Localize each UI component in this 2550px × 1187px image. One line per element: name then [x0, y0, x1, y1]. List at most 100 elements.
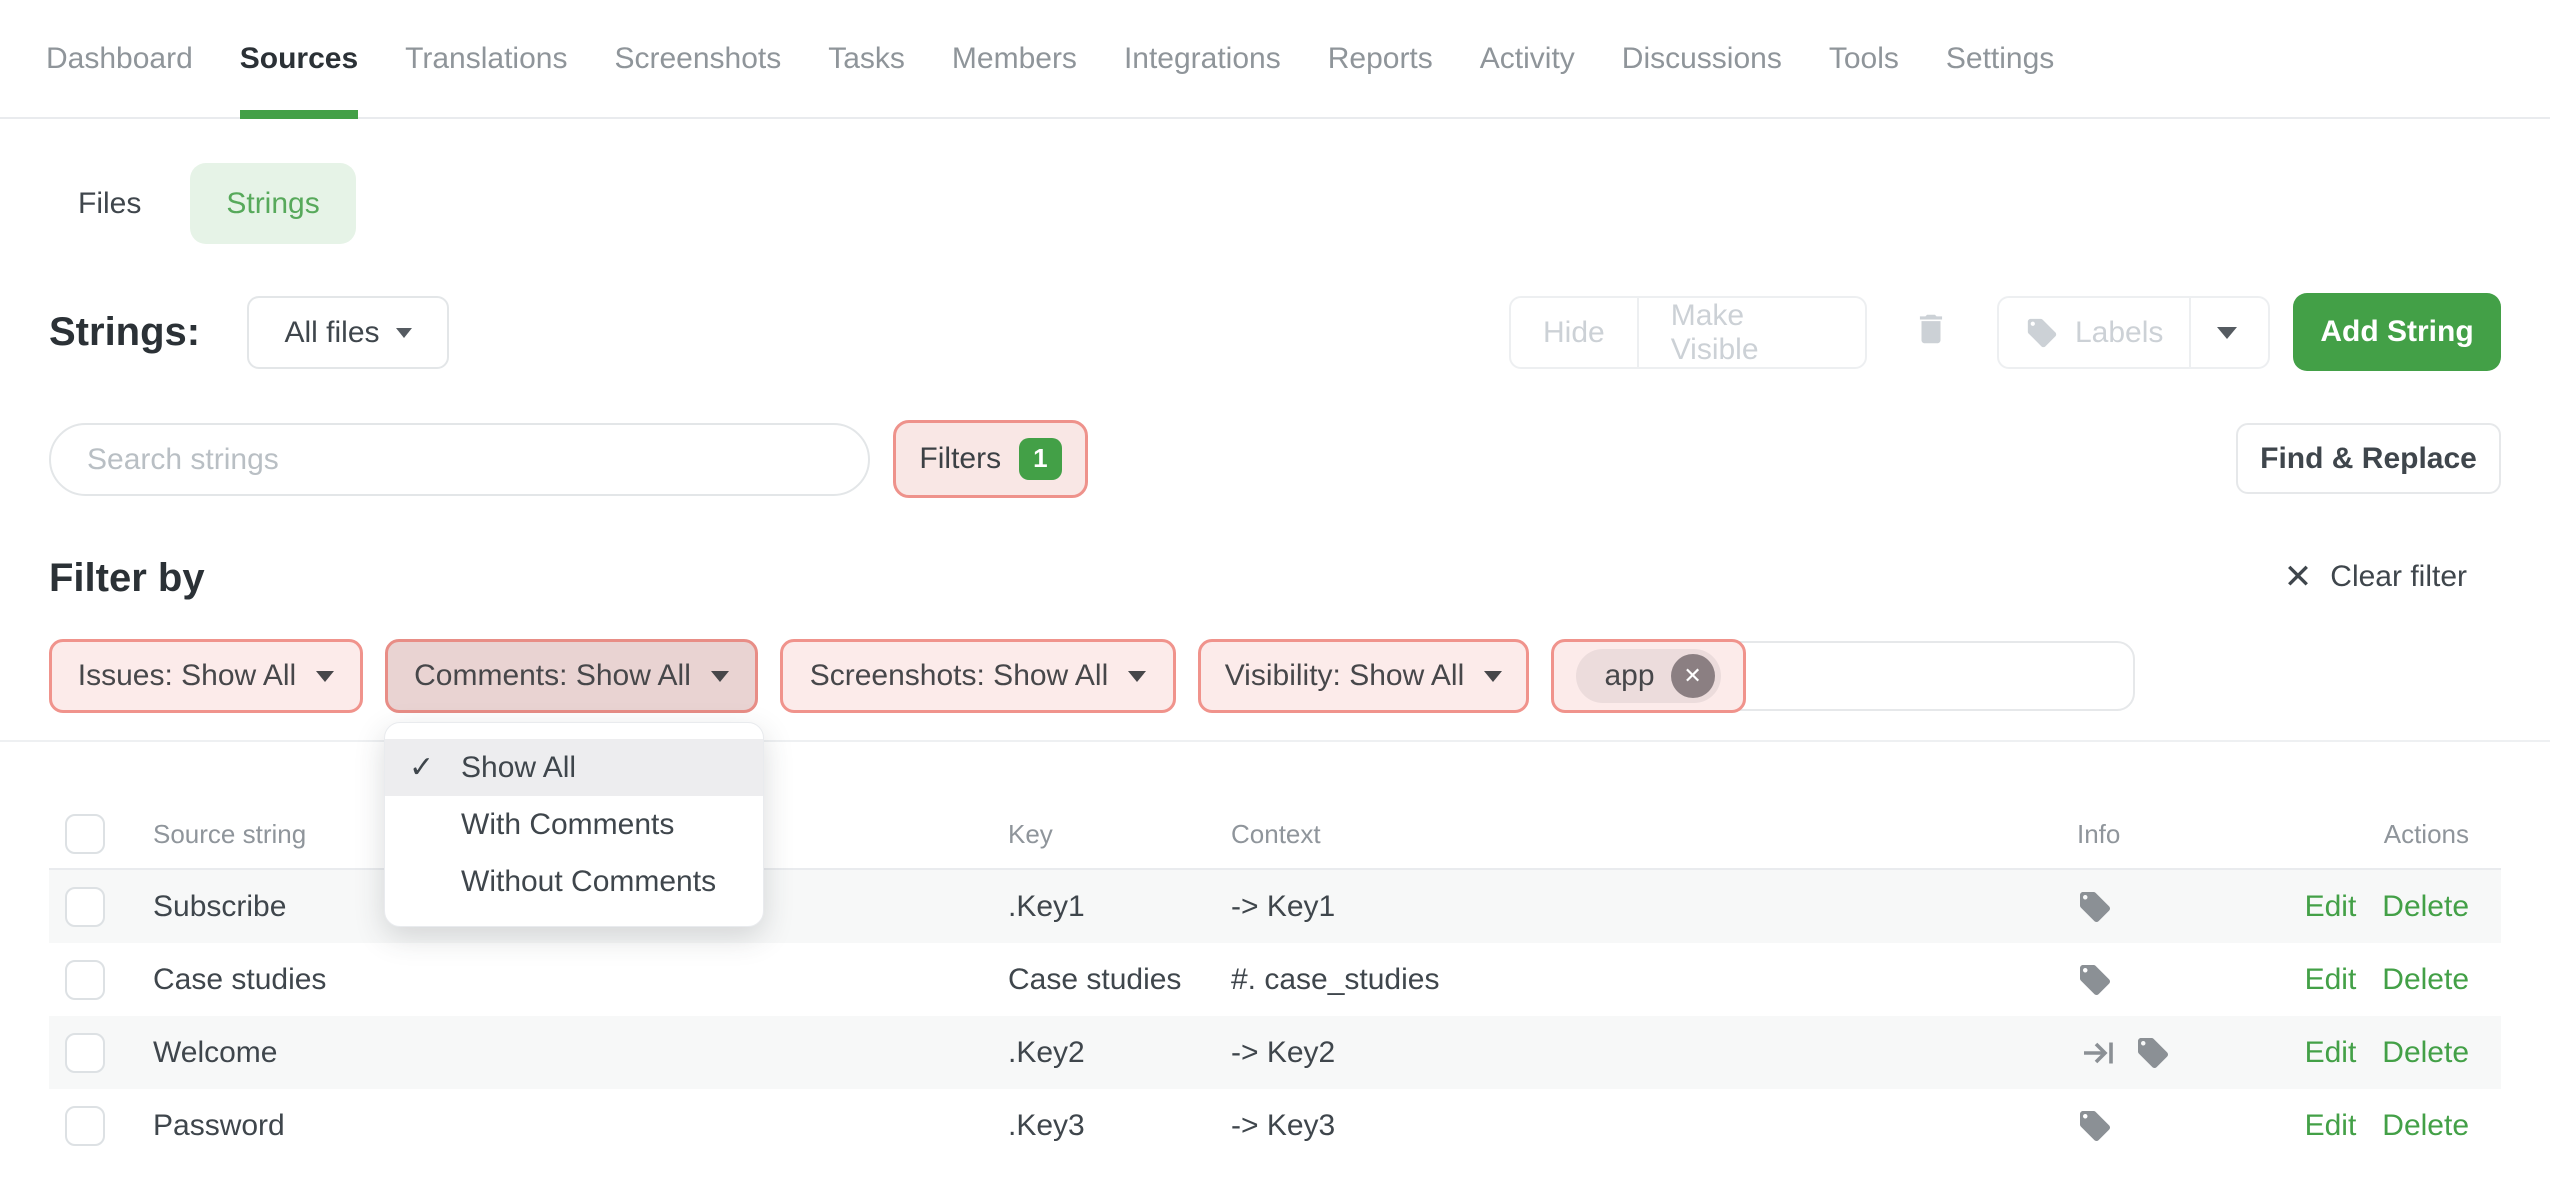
find-replace-button[interactable]: Find & Replace [2236, 423, 2501, 494]
filters-button-label: Filters [919, 442, 1001, 476]
delete-link[interactable]: Delete [2382, 890, 2469, 924]
menu-item-without-comments-label: Without Comments [461, 865, 716, 899]
table-row: Password .Key3 -> Key3 Edit Delete [49, 1089, 2501, 1162]
chevron-down-icon [396, 328, 412, 338]
edit-link[interactable]: Edit [2305, 890, 2357, 924]
nav-item-activity[interactable]: Activity [1480, 0, 1575, 117]
delete-link[interactable]: Delete [2382, 1109, 2469, 1143]
comments-dropdown-menu: ✓ Show All With Comments Without Comment… [384, 722, 764, 927]
make-visible-button[interactable]: Make Visible [1637, 298, 1865, 367]
nav-item-translations[interactable]: Translations [405, 0, 567, 117]
nav-item-screenshots[interactable]: Screenshots [614, 0, 781, 117]
sources-strings-page: Dashboard Sources Translations Screensho… [0, 0, 2550, 1187]
source-string-cell: Password [153, 1109, 1008, 1143]
filter-issues-label: Issues: Show All [78, 659, 296, 693]
arrow-bar-icon [2077, 1035, 2121, 1071]
edit-link[interactable]: Edit [2305, 1036, 2357, 1070]
tab-files[interactable]: Files [78, 187, 141, 221]
nav-item-members[interactable]: Members [952, 0, 1077, 117]
nav-item-sources-label: Sources [240, 42, 358, 76]
nav-item-tools[interactable]: Tools [1829, 0, 1899, 117]
active-tab-underline [240, 110, 358, 119]
tag-icon [2025, 316, 2059, 350]
column-header-context: Context [1231, 819, 2077, 850]
nav-item-sources[interactable]: Sources [240, 0, 358, 117]
menu-item-without-comments[interactable]: Without Comments [385, 853, 763, 910]
info-cell [2077, 889, 2330, 925]
source-string-cell: Welcome [153, 1036, 1008, 1070]
remove-label-button[interactable]: ✕ [1671, 654, 1715, 698]
column-header-info: Info [2077, 819, 2330, 850]
key-cell: Case studies [1008, 963, 1231, 997]
source-string-cell: Case studies [153, 963, 1008, 997]
info-cell [2077, 1035, 2330, 1071]
close-icon: ✕ [2284, 560, 2313, 594]
filter-visibility-dropdown[interactable]: Visibility: Show All [1198, 639, 1529, 713]
clear-filter-label: Clear filter [2330, 560, 2467, 594]
filter-visibility-label: Visibility: Show All [1225, 659, 1465, 693]
select-all-checkbox[interactable] [65, 814, 105, 854]
filter-by-title: Filter by [49, 556, 205, 601]
delete-link[interactable]: Delete [2382, 1036, 2469, 1070]
key-cell: .Key3 [1008, 1109, 1231, 1143]
check-icon: ✓ [409, 750, 434, 785]
filter-issues-dropdown[interactable]: Issues: Show All [49, 639, 363, 713]
menu-item-show-all[interactable]: ✓ Show All [385, 739, 763, 796]
row-checkbox[interactable] [65, 887, 105, 927]
row-checkbox[interactable] [65, 960, 105, 1000]
edit-link[interactable]: Edit [2305, 1109, 2357, 1143]
section-divider [0, 740, 2550, 742]
edit-link[interactable]: Edit [2305, 963, 2357, 997]
menu-item-with-comments[interactable]: With Comments [385, 796, 763, 853]
column-header-actions: Actions [2330, 819, 2501, 850]
actions-cell: Edit Delete [2330, 1109, 2501, 1143]
nav-item-discussions[interactable]: Discussions [1622, 0, 1782, 117]
table-row: Case studies Case studies #. case_studie… [49, 943, 2501, 1016]
filter-comments-dropdown[interactable]: Comments: Show All [385, 639, 758, 713]
app-label-chip: app ✕ [1576, 649, 1720, 703]
labels-button[interactable]: Labels [1999, 298, 2189, 367]
file-filter-value: All files [284, 316, 379, 350]
menu-item-show-all-label: Show All [461, 751, 576, 785]
hide-button[interactable]: Hide [1511, 298, 1637, 367]
file-filter-dropdown[interactable]: All files [247, 296, 449, 369]
actions-cell: Edit Delete [2330, 963, 2501, 997]
tag-icon [2077, 962, 2113, 998]
info-cell [2077, 962, 2330, 998]
delete-link[interactable]: Delete [2382, 963, 2469, 997]
filter-comments-label: Comments: Show All [414, 659, 691, 693]
page-title: Strings: [49, 310, 200, 355]
clear-filter-button[interactable]: ✕ Clear filter [2284, 560, 2467, 594]
row-checkbox[interactable] [65, 1033, 105, 1073]
actions-cell: Edit Delete [2330, 1036, 2501, 1070]
row-checkbox[interactable] [65, 1106, 105, 1146]
nav-item-settings[interactable]: Settings [1946, 0, 2054, 117]
tag-icon [2077, 889, 2113, 925]
visibility-actions-group: Hide Make Visible [1509, 296, 1867, 369]
nav-item-integrations[interactable]: Integrations [1124, 0, 1281, 117]
search-input[interactable] [49, 423, 870, 496]
key-cell: .Key1 [1008, 890, 1231, 924]
filter-screenshots-label: Screenshots: Show All [810, 659, 1109, 693]
key-cell: .Key2 [1008, 1036, 1231, 1070]
tab-strings[interactable]: Strings [190, 163, 355, 244]
delete-strings-button[interactable] [1912, 306, 1956, 358]
context-cell: -> Key2 [1231, 1036, 2077, 1070]
labels-split-button: Labels [1997, 296, 2270, 369]
nav-item-tasks[interactable]: Tasks [828, 0, 905, 117]
filters-count-badge: 1 [1019, 438, 1061, 479]
nav-item-dashboard[interactable]: Dashboard [46, 0, 193, 117]
label-filter-input[interactable]: app ✕ [1551, 639, 2135, 713]
filter-screenshots-dropdown[interactable]: Screenshots: Show All [780, 639, 1176, 713]
context-cell: -> Key3 [1231, 1109, 2077, 1143]
labels-button-label: Labels [2075, 316, 2163, 350]
chevron-down-icon [1128, 671, 1146, 682]
topnav: Dashboard Sources Translations Screensho… [0, 0, 2550, 119]
trash-icon [1912, 306, 1950, 352]
add-string-button[interactable]: Add String [2293, 293, 2501, 371]
nav-item-reports[interactable]: Reports [1328, 0, 1433, 117]
table-row: Welcome .Key2 -> Key2 Edit Delete [49, 1016, 2501, 1089]
labels-caret-button[interactable] [2189, 298, 2263, 367]
filters-button[interactable]: Filters 1 [893, 420, 1088, 498]
label-filter-active-box: app ✕ [1551, 639, 1746, 713]
